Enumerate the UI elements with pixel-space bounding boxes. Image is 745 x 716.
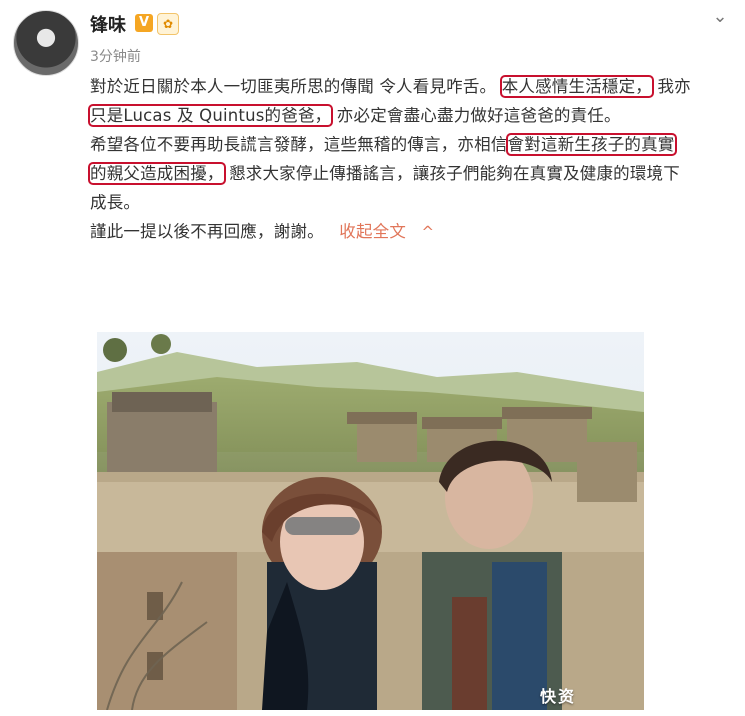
highlighted-text: 會對這新生孩子的真實 bbox=[505, 133, 677, 156]
post-text-segment: 成長。 bbox=[90, 193, 141, 212]
chevron-up-icon[interactable]: ^ bbox=[422, 223, 435, 241]
collapse-full-text-link[interactable]: 收起全文 bbox=[339, 222, 406, 241]
post-body: 對於近日關於本人一切匪夷所思的傳聞 令人看見咋舌。 本人感情生活穩定， 我亦 只… bbox=[87, 72, 738, 247]
highlighted-text: 只是Lucas 及 Quintus的爸爸， bbox=[87, 104, 334, 127]
post-line-3: 希望各位不要再助長謊言發酵，這些無稽的傳言，亦相信會對這新生孩子的真實 bbox=[90, 130, 738, 159]
post-text-segment: 希望各位不要再助長謊言發酵，這些無稽的傳言，亦相信 bbox=[90, 135, 508, 154]
fans-badge-icon: ✿ bbox=[157, 13, 179, 35]
post-line-6: 謹此一提以後不再回應，謝謝。 收起全文 ^ bbox=[90, 217, 738, 247]
post-line-2: 只是Lucas 及 Quintus的爸爸， 亦必定會盡心盡力做好這爸爸的責任。 bbox=[87, 101, 738, 130]
author-avatar[interactable] bbox=[13, 10, 79, 76]
post-photo[interactable] bbox=[97, 332, 644, 710]
verified-v-badge-icon: V bbox=[135, 14, 153, 32]
author-name[interactable]: 锋味 bbox=[90, 11, 126, 37]
post-line-1: 對於近日關於本人一切匪夷所思的傳聞 令人看見咋舌。 本人感情生活穩定， 我亦 bbox=[90, 72, 738, 101]
post-time: 3分钟前 bbox=[90, 49, 141, 65]
chevron-down-icon[interactable]: ⌄ bbox=[709, 6, 731, 28]
post-text-segment: 懇求大家停止傳播謠言，讓孩子們能夠在真實及健康的環境下 bbox=[229, 164, 680, 183]
post-text-segment: 謹此一提以後不再回應，謝謝。 bbox=[90, 222, 324, 241]
photo-illustration bbox=[97, 332, 644, 710]
post-text-segment: 亦必定會盡心盡力做好這爸爸的責任。 bbox=[336, 106, 621, 125]
watermark-text: 快资 bbox=[540, 687, 577, 706]
post-text-segment: 對於近日關於本人一切匪夷所思的傳聞 令人看見咋舌。 bbox=[90, 77, 497, 96]
post-line-4: 的親父造成困擾， 懇求大家停止傳播謠言，讓孩子們能夠在真實及健康的環境下 bbox=[88, 159, 738, 188]
post-text-segment: 我亦 bbox=[657, 77, 691, 96]
highlighted-text: 本人感情生活穩定， bbox=[499, 75, 655, 98]
post-line-5: 成長。 bbox=[90, 188, 738, 217]
weibo-post: 锋味 V ✿ 3分钟前 ⌄ 對於近日關於本人一切匪夷所思的傳聞 令人看見咋舌。 … bbox=[0, 0, 745, 260]
highlighted-text: 的親父造成困擾， bbox=[88, 162, 226, 185]
